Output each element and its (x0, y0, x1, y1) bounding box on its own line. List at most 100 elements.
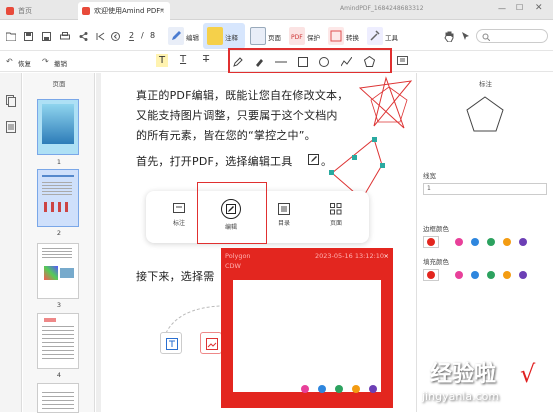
maximize-icon[interactable]: ☐ (516, 3, 523, 12)
tab-document[interactable]: 欢迎使用Amind PDF* × (78, 2, 170, 20)
share-icon[interactable] (79, 32, 88, 41)
border-color-swatch[interactable] (423, 236, 439, 248)
save-icon[interactable] (24, 32, 33, 41)
mode-page-button[interactable]: 页面 (246, 23, 284, 49)
fill-color-label: 填充颜色 (423, 258, 449, 266)
strikethrough-text-icon[interactable]: T (203, 54, 209, 65)
doc-text-line: 接下来，选择需 (136, 270, 215, 283)
redo-icon[interactable]: ↷ (42, 57, 49, 66)
border-color-orange[interactable] (503, 238, 511, 246)
minimize-icon[interactable]: — (498, 4, 506, 13)
sticky-close-icon[interactable]: × (384, 252, 389, 260)
rectangle-tool-icon[interactable] (298, 57, 308, 67)
watermark-text: 经验啦 (430, 362, 497, 387)
image-insert-button[interactable] (200, 332, 222, 354)
annotate-toolbar: ↶ 恢复 ↷ 撤销 T T T (0, 52, 553, 72)
select-tool-icon[interactable] (461, 31, 471, 41)
eraser-icon[interactable] (254, 57, 264, 67)
watermark-url: jingyanla.com (422, 390, 500, 403)
first-page-icon[interactable] (96, 32, 105, 41)
sticky-color-orange[interactable] (352, 385, 360, 393)
polygon-tool-icon[interactable] (364, 56, 375, 67)
sticky-color-green[interactable] (335, 385, 343, 393)
fill-color-orange[interactable] (503, 271, 511, 279)
tab-document-label: 欢迎使用Amind PDF* (94, 7, 164, 15)
title-bar: 首页 欢迎使用Amind PDF* × AmindPDF_16842486833… (0, 0, 553, 20)
user-account[interactable]: AmindPDF_1684248683312 (340, 5, 424, 12)
float-annotate-button[interactable]: 标注 (164, 203, 194, 227)
search-input[interactable] (476, 29, 548, 43)
mode-convert-button[interactable]: 转换 (324, 23, 362, 49)
fill-color-purple[interactable] (519, 271, 527, 279)
border-color-pink[interactable] (455, 238, 463, 246)
page-thumbnail-4[interactable] (37, 313, 79, 369)
tab-home[interactable]: 首页 (2, 2, 78, 20)
page-thumbnail-number: 1 (56, 158, 62, 166)
print-icon[interactable] (60, 32, 70, 41)
watermark-check-icon: √ (520, 360, 536, 388)
float-page-button[interactable]: 页面 (321, 203, 351, 227)
doc-text-line: 真正的PDF编辑，既能让您自在修改文本， (136, 89, 349, 102)
fill-color-green[interactable] (487, 271, 495, 279)
page-thumbnail-number: 4 (56, 371, 62, 379)
bookmarks-panel-icon[interactable] (6, 121, 16, 133)
page-total: 8 (150, 31, 156, 40)
fill-color-blue[interactable] (471, 271, 479, 279)
sticky-title: Polygon (225, 252, 251, 260)
sticky-date: 2023-05-16 13:12:10 (315, 252, 385, 260)
border-color-green[interactable] (487, 238, 495, 246)
page-thumbnail-2[interactable] (37, 169, 79, 227)
sticky-note-popup[interactable]: Polygon 2023-05-16 13:12:10 × CDW (221, 248, 393, 408)
close-window-icon[interactable]: ✕ (535, 3, 543, 13)
mode-edit-button[interactable]: 编辑 (164, 23, 202, 49)
comment-icon[interactable] (397, 56, 408, 67)
sticky-color-pink[interactable] (301, 385, 309, 393)
sticky-color-blue[interactable] (318, 385, 326, 393)
toc-icon (278, 203, 290, 215)
page-thumbnail-1[interactable] (37, 99, 79, 155)
sticky-author: CDW (225, 262, 241, 270)
line-width-label: 线宽 (423, 172, 436, 180)
float-toc-button[interactable]: 目录 (269, 203, 299, 227)
pages-panel-icon[interactable] (6, 95, 16, 107)
undo-label[interactable]: 恢复 (18, 58, 31, 68)
page-number-input[interactable]: 2 (129, 31, 135, 41)
fill-color-pink[interactable] (455, 271, 463, 279)
page-thumbnail-5[interactable] (37, 383, 79, 413)
border-color-purple[interactable] (519, 238, 527, 246)
hand-tool-icon[interactable] (444, 30, 454, 42)
mode-protect-button[interactable]: PDF 保护 (285, 23, 323, 49)
page-thumbnail-3[interactable] (37, 243, 79, 299)
thumbnail-panel-title: 页面 (52, 80, 66, 88)
folder-icon[interactable] (6, 32, 16, 41)
edit-tool-icon (308, 154, 319, 165)
mode-annotate-button[interactable]: 注释 (203, 23, 245, 49)
pentagon-annotation[interactable] (369, 85, 409, 125)
mode-tools-button[interactable]: 工具 (363, 23, 401, 49)
doc-text-line: 又能支持图片调整，只要属于这个文档内 (136, 109, 338, 122)
redo-label[interactable]: 撤销 (54, 58, 67, 68)
close-tab-icon[interactable]: × (159, 2, 165, 20)
highlight-text-icon[interactable]: T (156, 54, 168, 67)
properties-title: 标注 (479, 80, 492, 88)
mode-convert-label: 转换 (346, 34, 359, 42)
polyline-tool-icon[interactable] (341, 57, 352, 67)
border-color-blue[interactable] (471, 238, 479, 246)
pdf-icon (82, 7, 90, 15)
protect-mode-icon: PDF (289, 27, 305, 45)
prev-page-icon[interactable] (111, 32, 120, 41)
undo-icon[interactable]: ↶ (6, 57, 13, 66)
text-insert-button[interactable] (160, 332, 182, 354)
line-tool-icon[interactable] (275, 61, 287, 63)
sticky-note-textarea[interactable] (233, 280, 381, 392)
pencil-icon[interactable] (233, 57, 243, 67)
ellipse-tool-icon[interactable] (319, 57, 329, 67)
line-width-select[interactable]: 1 (423, 183, 547, 195)
sticky-color-purple[interactable] (369, 385, 377, 393)
underline-text-icon[interactable]: T (180, 54, 186, 65)
doc-text-line: 的所有元素，皆在您的“掌控之中”。 (136, 129, 316, 142)
float-annotate-label: 标注 (172, 220, 185, 227)
page-mode-icon (250, 27, 266, 45)
fill-color-swatch[interactable] (423, 269, 439, 281)
save-as-icon[interactable] (42, 32, 51, 41)
